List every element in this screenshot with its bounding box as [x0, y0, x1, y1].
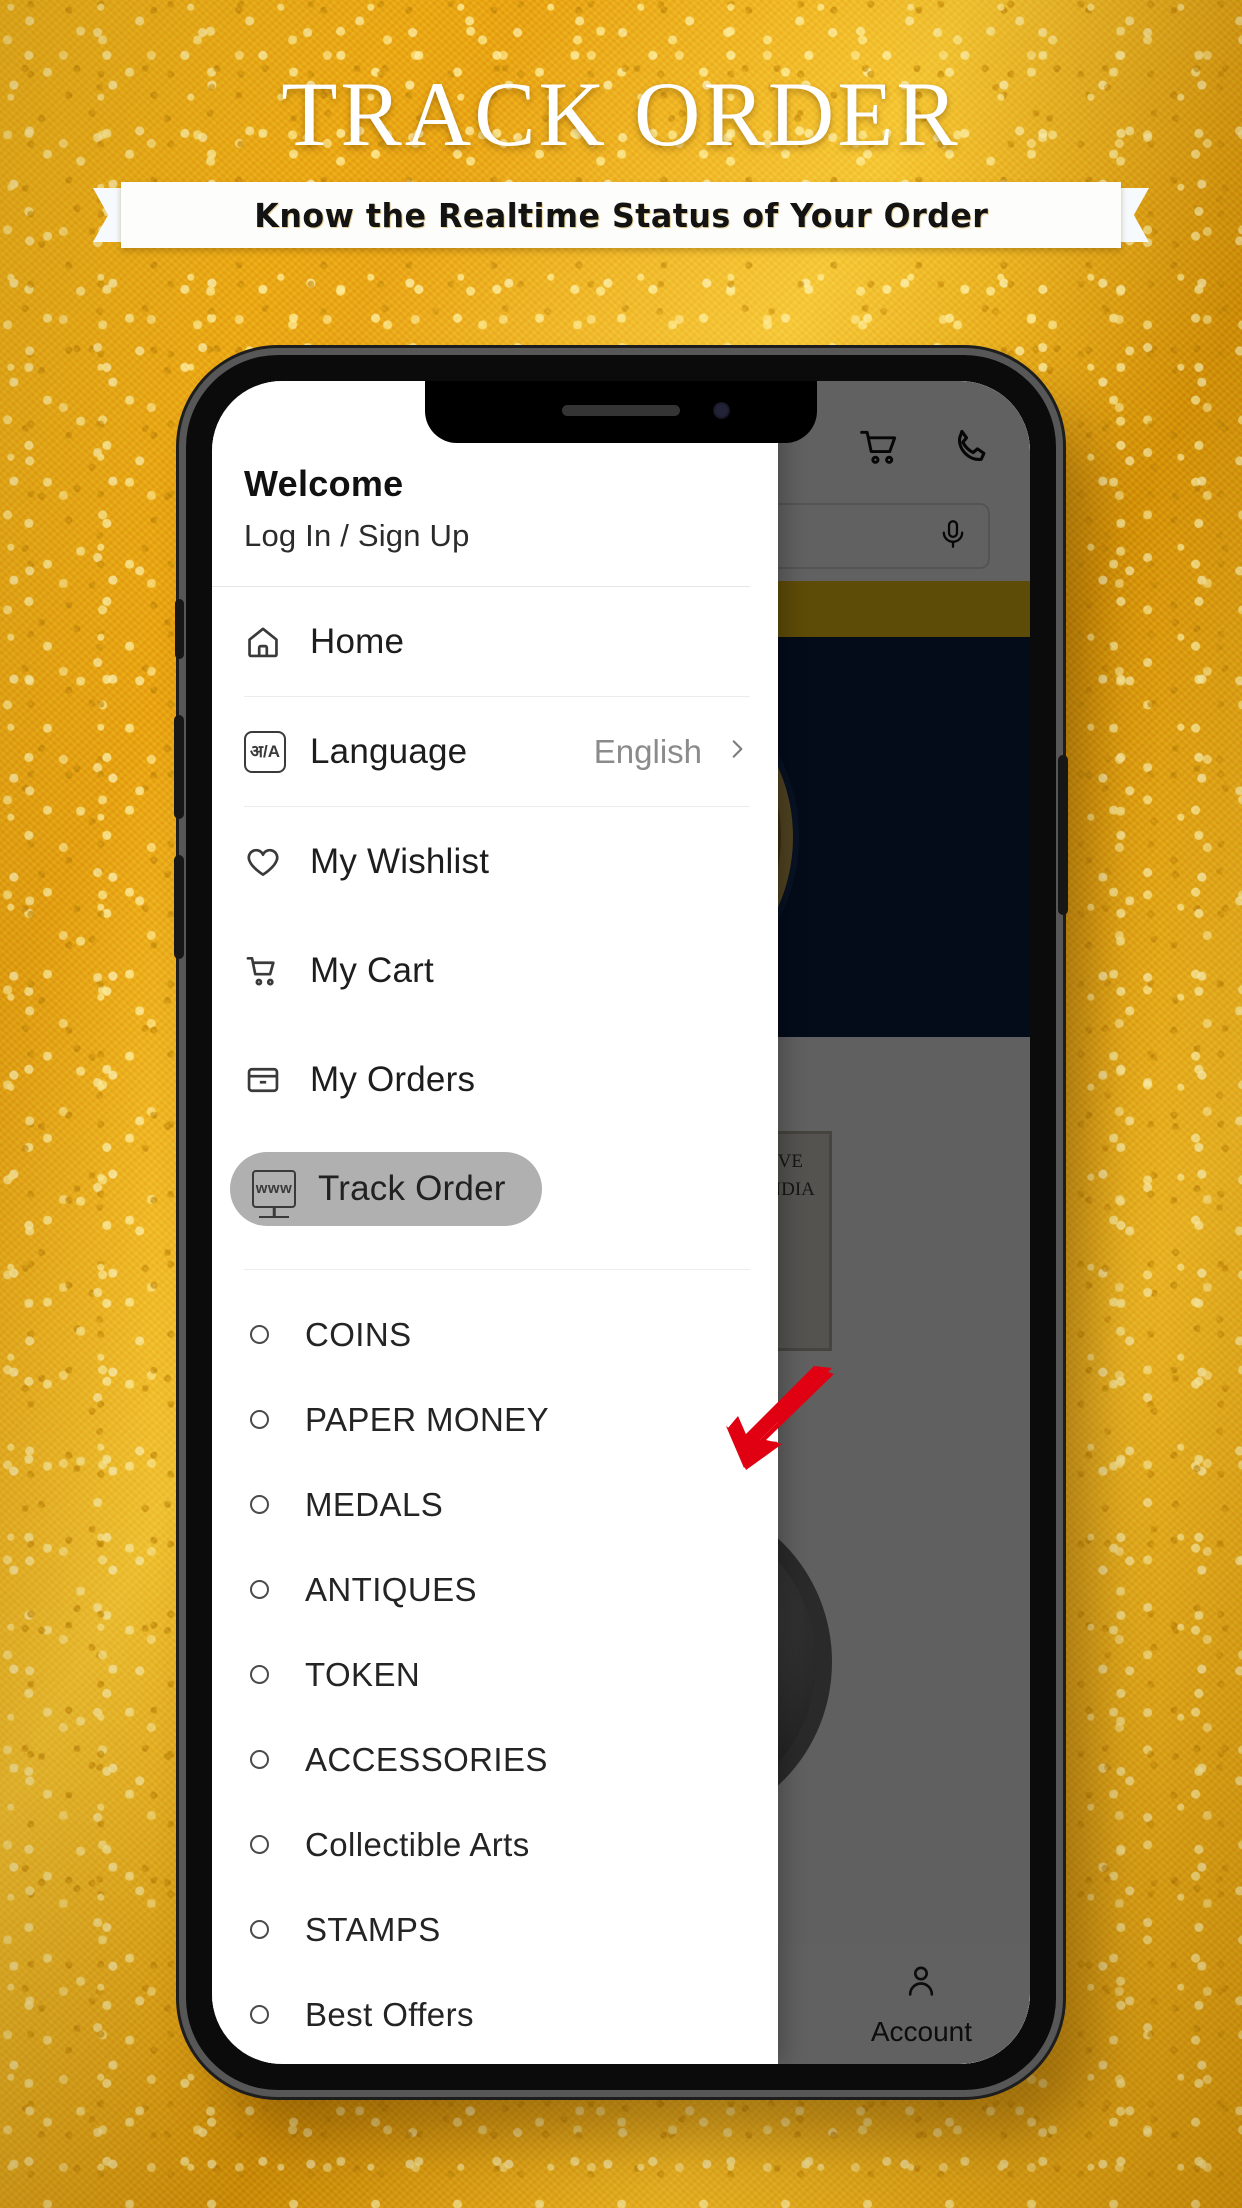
drawer-item-label: Language [310, 731, 468, 771]
bullet-icon [250, 1750, 269, 1769]
home-icon [244, 623, 290, 661]
category-item-medals[interactable]: MEDALS [212, 1462, 778, 1547]
app-screen: Search 1800 889 886 MON [212, 381, 1030, 2064]
category-item-coins[interactable]: COINS [212, 1292, 778, 1377]
navigation-drawer: Welcome Log In / Sign Up Home अ/A Langua… [212, 381, 778, 2064]
phone-screen-bezel: Search 1800 889 886 MON [212, 381, 1030, 2064]
phone-mockup: Search 1800 889 886 MON [174, 355, 1068, 2090]
category-item-accessories[interactable]: ACCESSORIES [212, 1717, 778, 1802]
heart-icon [244, 843, 290, 881]
category-item-collectible-arts[interactable]: Collectible Arts [212, 1802, 778, 1887]
category-label: ANTIQUES [305, 1570, 477, 1608]
drawer-item-language[interactable]: अ/A Language English [212, 697, 778, 806]
track-order-highlight-pill[interactable]: www Track Order [230, 1151, 542, 1226]
chevron-right-icon [724, 736, 750, 767]
bullet-icon [250, 1495, 269, 1514]
bullet-icon [250, 1410, 269, 1429]
bullet-icon [250, 2005, 269, 2024]
login-signup-link[interactable]: Log In / Sign Up [244, 518, 778, 554]
category-label: TOKEN [305, 1655, 421, 1693]
drawer-item-my-cart[interactable]: My Cart [212, 916, 778, 1025]
page-title: TRACK ORDER [281, 63, 961, 165]
bullet-icon [250, 1835, 269, 1854]
phone-power-button [1058, 755, 1068, 915]
phone-notch [425, 381, 817, 443]
drawer-item-label: Track Order [318, 1168, 506, 1208]
drawer-item-label: My Wishlist [310, 841, 490, 881]
phone-earpiece-speaker [562, 405, 680, 416]
language-value-group[interactable]: English [594, 733, 750, 771]
bullet-icon [250, 1325, 269, 1344]
bullet-icon [250, 1920, 269, 1939]
drawer-item-track-order[interactable]: www Track Order [212, 1134, 778, 1243]
category-item-antiques[interactable]: ANTIQUES [212, 1547, 778, 1632]
drawer-item-label: My Orders [310, 1059, 476, 1099]
category-label: MEDALS [305, 1485, 444, 1523]
phone-mute-switch [175, 599, 184, 659]
category-label: PAPER MONEY [305, 1400, 550, 1438]
drawer-item-my-orders[interactable]: My Orders [212, 1025, 778, 1134]
category-label: STAMPS [305, 1910, 441, 1948]
drawer-item-my-wishlist[interactable]: My Wishlist [212, 807, 778, 916]
category-label: Best Offers [305, 1995, 474, 2033]
cart-icon [244, 952, 290, 990]
welcome-title: Welcome [244, 463, 404, 504]
orders-icon [244, 1061, 290, 1099]
category-label: COINS [305, 1315, 412, 1353]
language-value: English [593, 732, 702, 770]
drawer-item-home[interactable]: Home [212, 587, 778, 696]
category-label: Collectible Arts [305, 1825, 530, 1863]
category-label: ACCESSORIES [305, 1740, 548, 1778]
phone-volume-up-button [174, 715, 184, 819]
subtitle-text: Know the Realtime Status of Your Order [253, 195, 989, 235]
bullet-icon [250, 1665, 269, 1684]
phone-volume-down-button [174, 855, 184, 959]
drawer-category-divider [244, 1269, 750, 1270]
www-icon: www [252, 1169, 298, 1208]
category-list: COINS PAPER MONEY MEDALS ANTIQUES TOKEN … [212, 1292, 778, 2057]
category-item-token[interactable]: TOKEN [212, 1632, 778, 1717]
translate-icon: अ/A [244, 730, 290, 773]
category-item-stamps[interactable]: STAMPS [212, 1887, 778, 1972]
drawer-item-label: Home [310, 621, 405, 661]
category-item-best-offers[interactable]: Best Offers [212, 1972, 778, 2057]
category-item-paper-money[interactable]: PAPER MONEY [212, 1377, 778, 1462]
drawer-item-label: My Cart [310, 950, 434, 990]
subtitle-ribbon: Know the Realtime Status of Your Order [93, 182, 1149, 248]
ribbon-body: Know the Realtime Status of Your Order [121, 182, 1121, 248]
bullet-icon [250, 1580, 269, 1599]
phone-front-camera [713, 402, 730, 419]
